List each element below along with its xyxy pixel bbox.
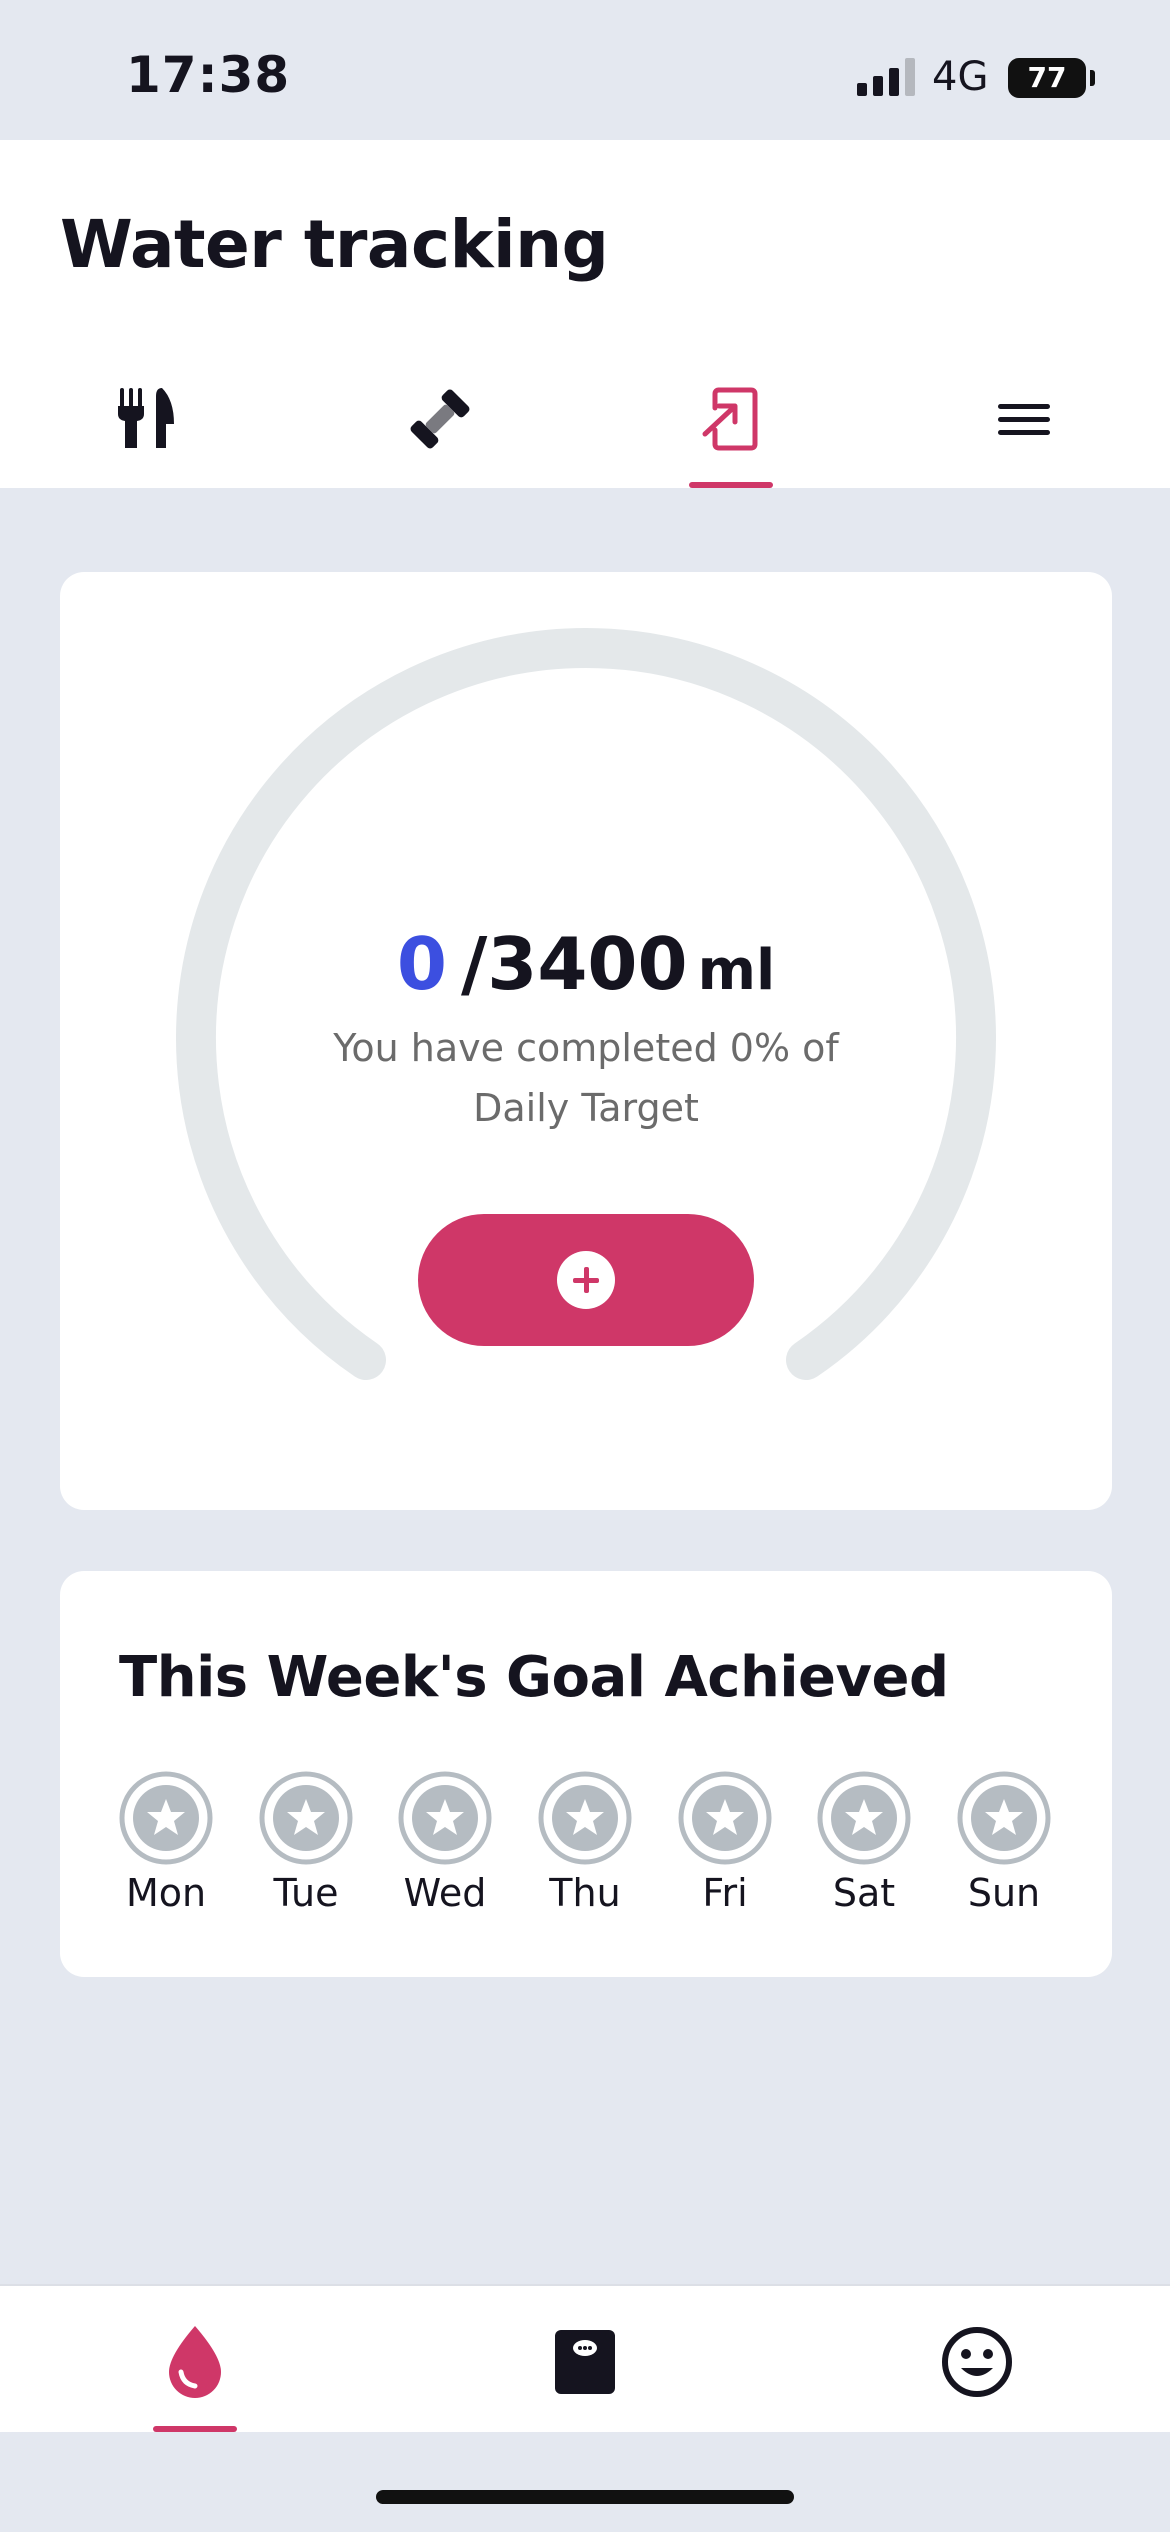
current-amount: 0 (396, 922, 447, 1006)
star-badge-icon (538, 1771, 632, 1865)
day-label: Sat (832, 1871, 896, 1915)
day-sat: Sat (804, 1771, 924, 1931)
day-mon: Mon (106, 1771, 226, 1931)
bottom-nav (0, 2284, 1170, 2432)
active-nav-indicator (153, 2426, 237, 2432)
dumbbell-icon (410, 389, 470, 449)
water-intake-card: 0/3400 ml You have completed 0% of Daily … (60, 572, 1112, 1510)
day-label: Thu (549, 1871, 621, 1915)
target-amount: /3400 (460, 922, 688, 1006)
star-badge-icon (678, 1771, 772, 1865)
status-bar: 17:38 4G 77 (0, 0, 1170, 140)
star-badge-icon (957, 1771, 1051, 1865)
day-sun: Sun (944, 1771, 1064, 1931)
header: Water tracking (0, 140, 1170, 488)
star-badge-icon (259, 1771, 353, 1865)
weekly-goal-title: This Week's Goal Achieved (119, 1645, 949, 1710)
home-indicator[interactable] (376, 2490, 794, 2504)
day-label: Mon (125, 1871, 207, 1915)
day-label: Fri (702, 1871, 748, 1915)
weekly-goal-card: This Week's Goal Achieved Mon Tue Wed Th… (60, 1571, 1112, 1977)
battery-level: 77 (1027, 61, 1067, 94)
day-fri: Fri (665, 1771, 785, 1931)
day-wed: Wed (385, 1771, 505, 1931)
star-badge-icon (119, 1771, 213, 1865)
day-label: Tue (273, 1871, 339, 1915)
tab-water[interactable] (689, 366, 773, 488)
chat-icon (555, 2330, 615, 2394)
tab-nutrition[interactable] (104, 366, 188, 488)
smiley-icon (942, 2327, 1012, 2397)
nav-chat[interactable] (543, 2286, 627, 2432)
tab-menu[interactable] (982, 366, 1066, 488)
water-amount: 0/3400 ml (60, 922, 1112, 1006)
completion-text: You have completed 0% of Daily Target (333, 1026, 839, 1130)
fork-knife-icon (118, 388, 174, 448)
water-log-icon (702, 387, 758, 451)
star-badge-icon (398, 1771, 492, 1865)
nav-water[interactable] (153, 2286, 237, 2432)
star-badge-icon (817, 1771, 911, 1865)
tab-fitness[interactable] (398, 366, 482, 488)
add-water-button[interactable] (418, 1214, 754, 1346)
day-label: Sun (967, 1871, 1041, 1915)
battery-icon: 77 (1008, 58, 1086, 98)
amount-unit: ml (697, 938, 776, 1003)
plus-icon (557, 1251, 615, 1309)
network-label: 4G (932, 54, 989, 100)
battery-nub (1090, 70, 1095, 86)
day-label: Wed (403, 1871, 487, 1915)
day-thu: Thu (525, 1771, 645, 1931)
day-tue: Tue (246, 1771, 366, 1931)
active-tab-indicator (689, 482, 773, 488)
signal-icon (857, 58, 915, 96)
water-drop-icon (169, 2326, 221, 2398)
status-time: 17:38 (126, 46, 291, 104)
page-title: Water tracking (60, 206, 609, 283)
menu-icon (998, 404, 1050, 435)
nav-profile[interactable] (932, 2286, 1016, 2432)
